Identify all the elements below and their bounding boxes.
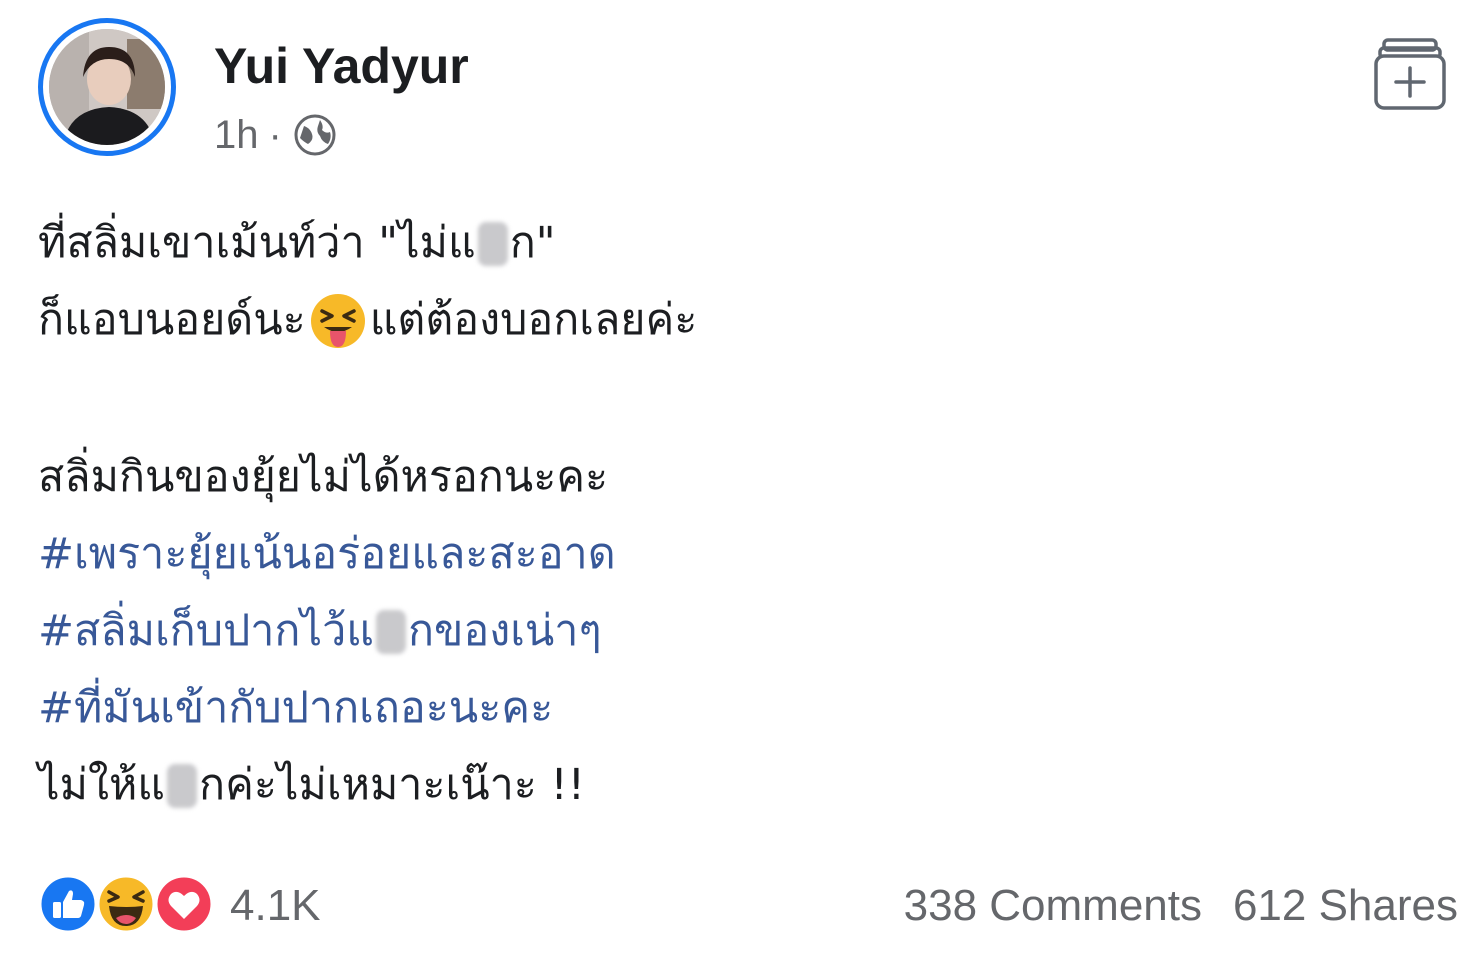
engagement-bar: 4.1K 338 Comments 612 Shares: [38, 874, 1458, 938]
squinting-face-with-tongue-emoji: [308, 291, 368, 351]
hashtag-link[interactable]: #ที่มันเข้ากับปากเถอะนะคะ: [38, 670, 553, 747]
paragraph-break: [38, 359, 1418, 439]
post-text: กค่ะไม่เหมาะเน๊าะ !!: [199, 760, 586, 810]
add-to-collection-icon[interactable]: [1370, 36, 1450, 116]
post-text: สลิ่มกินของยุ้ยไม่ได้หรอกนะคะ: [38, 452, 609, 502]
reaction-icons[interactable]: [38, 874, 214, 934]
post-line: ก็แอบนอยด์นะ แต่ต้องบอกเลยค่ะ: [38, 282, 1418, 359]
globe-icon: [292, 112, 338, 158]
post-text: ก": [509, 218, 556, 268]
post-meta: 1h ·: [214, 112, 338, 158]
haha-icon: [96, 874, 156, 934]
post-text: ที่สลิ่มเขาเม้นท์ว่า "ไม่แ: [38, 218, 476, 268]
censor-blur: [375, 609, 406, 654]
post-text: ก็แอบนอยด์นะ: [38, 295, 306, 345]
comments-count[interactable]: 338 Comments: [904, 880, 1202, 932]
meta-separator: ·: [268, 112, 282, 157]
hashtag-link[interactable]: #สลิ่มเก็บปากไว้แ: [38, 593, 374, 670]
reaction-count[interactable]: 4.1K: [230, 880, 321, 932]
facebook-post: Yui Yadyur 1h · ที่สลิ่มเขาเม้นท์ว่า "ไม…: [0, 0, 1474, 958]
post-line: #เพราะยุ้ยเน้นอร่อยและสะอาด: [38, 516, 1418, 593]
post-text: ไม่ให้แ: [38, 760, 166, 810]
like-icon: [38, 874, 98, 934]
post-body: ที่สลิ่มเขาเม้นท์ว่า "ไม่แ ก" ก็แอบนอยด์…: [38, 205, 1418, 824]
post-line: สลิ่มกินของยุ้ยไม่ได้หรอกนะคะ: [38, 439, 1418, 516]
avatar-photo: [49, 29, 165, 145]
shares-count[interactable]: 612 Shares: [1233, 880, 1458, 932]
post-line: #สลิ่มเก็บปากไว้แ กของเน่าๆ: [38, 593, 1418, 670]
post-line: ไม่ให้แ กค่ะไม่เหมาะเน๊าะ !!: [38, 747, 1418, 824]
hashtag-link[interactable]: กของเน่าๆ: [408, 593, 602, 670]
post-line: #ที่มันเข้ากับปากเถอะนะคะ: [38, 670, 1418, 747]
censor-blur: [477, 221, 508, 266]
censor-blur: [167, 763, 198, 808]
hashtag-link[interactable]: #เพราะยุ้ยเน้นอร่อยและสะอาด: [38, 516, 616, 593]
post-time[interactable]: 1h: [214, 113, 259, 158]
avatar[interactable]: [38, 18, 176, 156]
author-name[interactable]: Yui Yadyur: [214, 36, 469, 96]
post-line: ที่สลิ่มเขาเม้นท์ว่า "ไม่แ ก": [38, 205, 1418, 282]
post-text: แต่ต้องบอกเลยค่ะ: [369, 295, 698, 345]
love-icon: [154, 874, 214, 934]
